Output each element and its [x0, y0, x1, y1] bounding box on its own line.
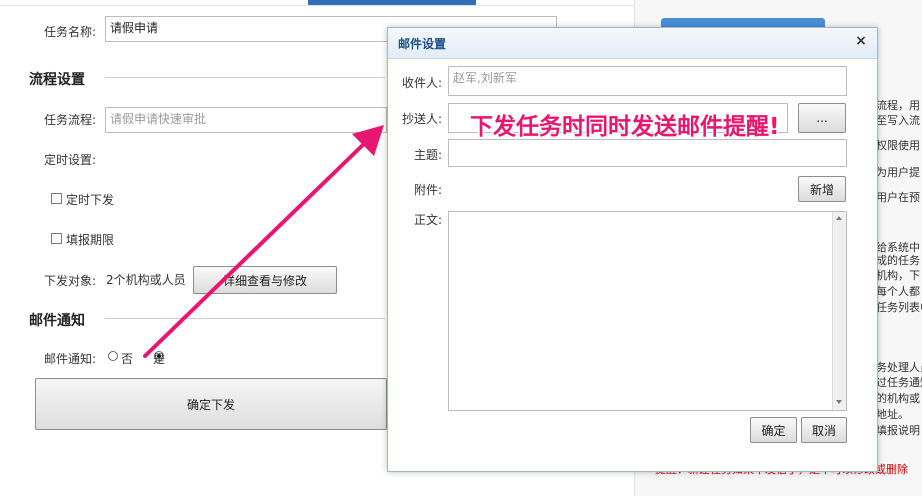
annotation-text: 下发任务时同时发送邮件提醒!	[470, 114, 780, 140]
annotation-arrow	[143, 125, 384, 358]
